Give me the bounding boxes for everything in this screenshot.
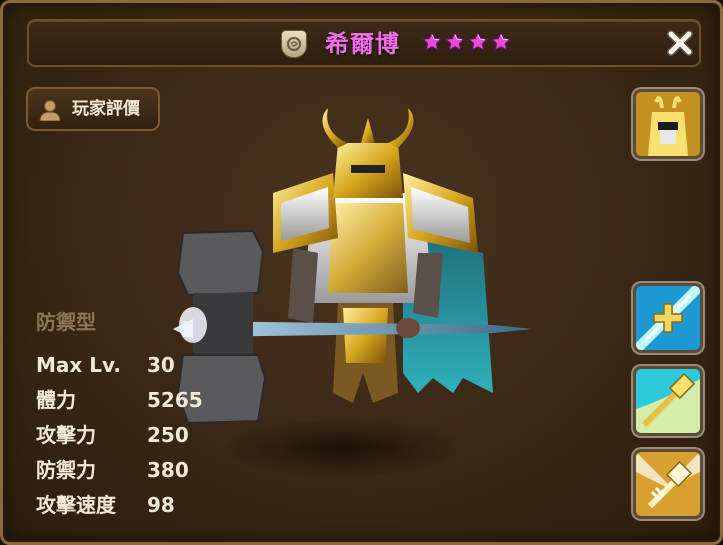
stat-label: 體力 — [36, 388, 76, 412]
star-rating — [421, 31, 512, 53]
star-icon — [490, 31, 512, 52]
skill-2-button[interactable] — [633, 366, 703, 436]
star-icon — [467, 31, 489, 52]
stat-label: 攻擊力 — [36, 423, 96, 447]
stat-value: 250 — [147, 423, 189, 447]
star-icon — [444, 31, 466, 52]
stat-value: 380 — [147, 458, 189, 482]
stat-label: 防禦力 — [36, 458, 96, 482]
element-badge-icon — [281, 30, 307, 58]
cross-strike-skill-icon — [636, 286, 700, 350]
stat-value: 5265 — [147, 388, 203, 412]
close-button[interactable] — [664, 27, 696, 59]
star-icon — [421, 31, 443, 52]
monster-model-image — [173, 108, 533, 478]
stat-label: 攻擊速度 — [36, 493, 116, 517]
player-rating-button[interactable]: 玩家評價 — [26, 87, 160, 131]
title-bar: 希爾博 — [27, 19, 701, 67]
person-icon — [39, 100, 61, 121]
close-x-icon — [667, 30, 693, 56]
monster-info-panel: 希爾博 玩家評價 防禦型 Max Lv. 30 體力 5265 攻擊力 250 … — [0, 0, 723, 545]
monster-portrait-button[interactable] — [633, 89, 703, 159]
hammer-slam-skill-icon — [636, 369, 700, 433]
skill-1-button[interactable] — [633, 283, 703, 353]
stat-value: 30 — [147, 353, 175, 377]
stat-label: Max Lv. — [36, 353, 122, 377]
player-rating-label: 玩家評價 — [72, 99, 140, 119]
monster-name: 希爾博 — [325, 30, 400, 58]
skill-3-button[interactable] — [633, 449, 703, 519]
stat-value: 98 — [147, 493, 175, 517]
holy-hammer-skill-icon — [636, 452, 700, 516]
monster-type: 防禦型 — [36, 310, 96, 334]
monster-portrait-icon — [636, 92, 700, 156]
